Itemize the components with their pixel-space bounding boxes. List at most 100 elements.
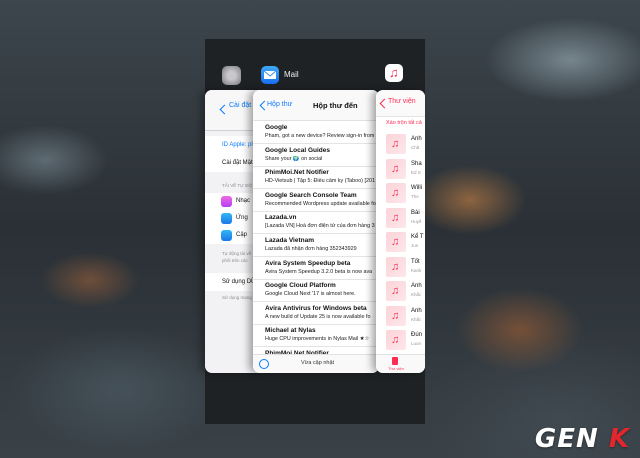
mail-sender: Google — [265, 124, 288, 131]
song-artist: Chă — [411, 145, 420, 150]
mail-sender: Lazada.vn — [265, 214, 297, 222]
mail-app-icon[interactable] — [261, 66, 279, 84]
song-title: Kể T — [411, 234, 424, 240]
auto-download-footer-2: phối trên các — [222, 258, 248, 263]
song-row[interactable]: ♫ Anh Khắc — [376, 279, 425, 302]
mail-sender: Lazada Vietnam — [265, 237, 315, 244]
mail-snippet: Pham, got a new device? Review sign-in f… — [265, 133, 375, 139]
watermark-accent-letter: K — [608, 424, 630, 454]
library-tab-icon[interactable] — [392, 357, 398, 365]
mail-bottom-toolbar: Vừa cập nhật — [253, 354, 379, 373]
updates-row-label: Cập — [236, 232, 248, 238]
music-tab-bar: Thư viện — [376, 354, 425, 373]
song-row[interactable]: ♫ Anh Khắc — [376, 304, 425, 327]
mailboxes-back-button[interactable]: Hộp thư — [267, 101, 292, 108]
mail-snippet: Lazada đã nhận đơn hàng 352343929 — [265, 246, 357, 252]
song-title: Anh — [411, 136, 422, 142]
mail-list-item[interactable]: Avira System Speedup beta Avira System Sp… — [253, 257, 379, 280]
mail-list-item[interactable]: Google Cloud Platform Google Cloud Next '… — [253, 279, 379, 303]
filter-icon[interactable] — [259, 359, 269, 369]
mail-list-item[interactable]: Google Search Console Team Recommended Wo… — [253, 189, 379, 212]
album-art: ♫ — [386, 305, 406, 326]
album-art: ♫ — [386, 256, 406, 277]
song-title: Tốt — [411, 258, 420, 265]
mail-list-item[interactable]: Google Local Guides Share your 🌍 on socia… — [253, 144, 379, 167]
mail-snippet: A new build of Update 25 is now availabl… — [265, 313, 371, 320]
music-note-icon: ♫ — [391, 162, 400, 175]
cellular-data-footer: Sử dụng mạng — [222, 295, 252, 300]
album-art: ♫ — [386, 158, 406, 179]
mail-snippet: Google Cloud Next '17 is almost here. — [265, 291, 356, 298]
shuffle-all-button[interactable]: Xáo trộn tất cả — [386, 120, 422, 126]
mail-snippet: HD-Vietsub | Tập 5: Điều cấm ky (Taboo) … — [265, 178, 375, 185]
song-artist: Karik — [411, 267, 422, 273]
music-note-icon: ♫ — [391, 211, 400, 224]
song-row[interactable]: ♫ Sha Ed S — [376, 157, 425, 180]
mail-app-name: Mail — [284, 70, 299, 79]
song-title: Willi — [411, 185, 422, 191]
music-note-icon: ♫ — [391, 236, 400, 248]
song-artist: Ed S — [411, 169, 421, 175]
mail-app-card[interactable]: Hộp thư Hộp thư đến Google Pham, got a ne… — [253, 90, 379, 373]
mail-sender: Google Search Console Team — [265, 191, 357, 199]
library-back-button[interactable]: Thư viện — [388, 98, 416, 105]
mail-snippet: [Lazada VN] Hoá đơn điện tử của đơn hàng… — [265, 223, 375, 230]
back-chevron-icon[interactable] — [219, 104, 230, 115]
song-row[interactable]: ♫ Bài Huyề — [376, 206, 425, 229]
song-artist: Luon — [411, 341, 422, 346]
music-note-icon: ♫ — [391, 187, 400, 199]
music-row-label: Nhạc — [236, 198, 251, 204]
password-settings-label: Cài đặt Mật — [222, 160, 253, 166]
settings-app-icon[interactable] — [222, 66, 241, 85]
song-title: Anh — [411, 307, 422, 314]
song-row[interactable]: ♫ Tốt Karik — [376, 255, 425, 278]
music-note-icon: ♫ — [391, 260, 400, 273]
mail-sender: Google Local Guides — [265, 146, 331, 154]
album-art: ♫ — [386, 232, 406, 252]
mail-snippet: Recommended Wordpress update available f… — [265, 200, 377, 207]
mail-sender: Avira Antivirus for Windows beta — [265, 304, 367, 312]
music-note-icon: ♫ — [391, 285, 400, 297]
music-nav-bar: Thư viện — [376, 90, 425, 117]
watermark-text: GEN — [534, 424, 599, 454]
song-title: Bài — [411, 209, 420, 216]
music-note-icon: ♫ — [391, 334, 400, 346]
song-artist: Jun — [411, 243, 419, 248]
mail-list-item[interactable]: Michael at Nylas Huge CPU improvements in… — [253, 324, 379, 348]
settings-back-label[interactable]: Cài đặt — [229, 102, 251, 109]
inbox-title: Hộp thư đến — [313, 101, 358, 110]
app-store-icon — [221, 213, 232, 224]
mail-list-item[interactable]: Google Pham, got a new device? Review sig… — [253, 121, 379, 144]
mail-list-item[interactable]: Avira Antivirus for Windows beta A new bu… — [253, 302, 379, 325]
song-row[interactable]: ♫ Kể T Jun — [376, 230, 425, 253]
album-art: ♫ — [386, 281, 406, 301]
envelope-icon — [263, 70, 277, 79]
cellular-data-label: Sử dụng DỮ — [222, 279, 257, 285]
apps-row-label: Ứng — [236, 215, 248, 221]
app-store-update-icon — [221, 230, 232, 241]
mail-snippet: Avira System Speedup 3.2.0 beta is now a… — [265, 268, 373, 275]
album-art: ♫ — [386, 183, 406, 203]
song-row[interactable]: ♫ Willi The — [376, 181, 425, 204]
song-title: Đún — [411, 332, 423, 338]
song-title: Anh — [411, 283, 422, 289]
song-row[interactable]: ♫ Anh Chă — [376, 132, 425, 155]
mail-list-item[interactable]: Lazada Vietnam Lazada đã nhận đơn hàng 35… — [253, 234, 379, 257]
itunes-icon — [221, 196, 232, 207]
music-app-icon[interactable]: ♫ — [385, 64, 403, 82]
mail-sender: Michael at Nylas — [265, 327, 316, 335]
apple-id-label: ID Apple: pl — [222, 142, 253, 148]
song-row[interactable]: ♫ Đún Luon — [376, 328, 425, 351]
song-artist: The — [411, 194, 419, 199]
mail-list-item[interactable]: PhimMoi.Net Notifier HD-Vietsub | Tập 5: … — [253, 166, 379, 190]
music-app-card[interactable]: Thư viện Xáo trộn tất cả ♫ Anh Chă ♫ Sha Ed S… — [376, 90, 425, 373]
mail-nav-bar: Hộp thư Hộp thư đến — [253, 90, 379, 121]
music-note-icon: ♫ — [391, 138, 400, 150]
song-artist: Khắc — [411, 292, 422, 297]
mail-sender: Google Cloud Platform — [265, 282, 336, 290]
mail-list-item[interactable]: Lazada.vn [Lazada VN] Hoá đơn điện tử của… — [253, 211, 379, 235]
update-status: Vừa cập nhật — [301, 360, 335, 366]
library-tab-label[interactable]: Thư viện — [388, 366, 404, 371]
auto-download-footer-1: Tự động tải về — [222, 251, 252, 256]
genk-watermark-logo: GEN K — [535, 424, 630, 454]
